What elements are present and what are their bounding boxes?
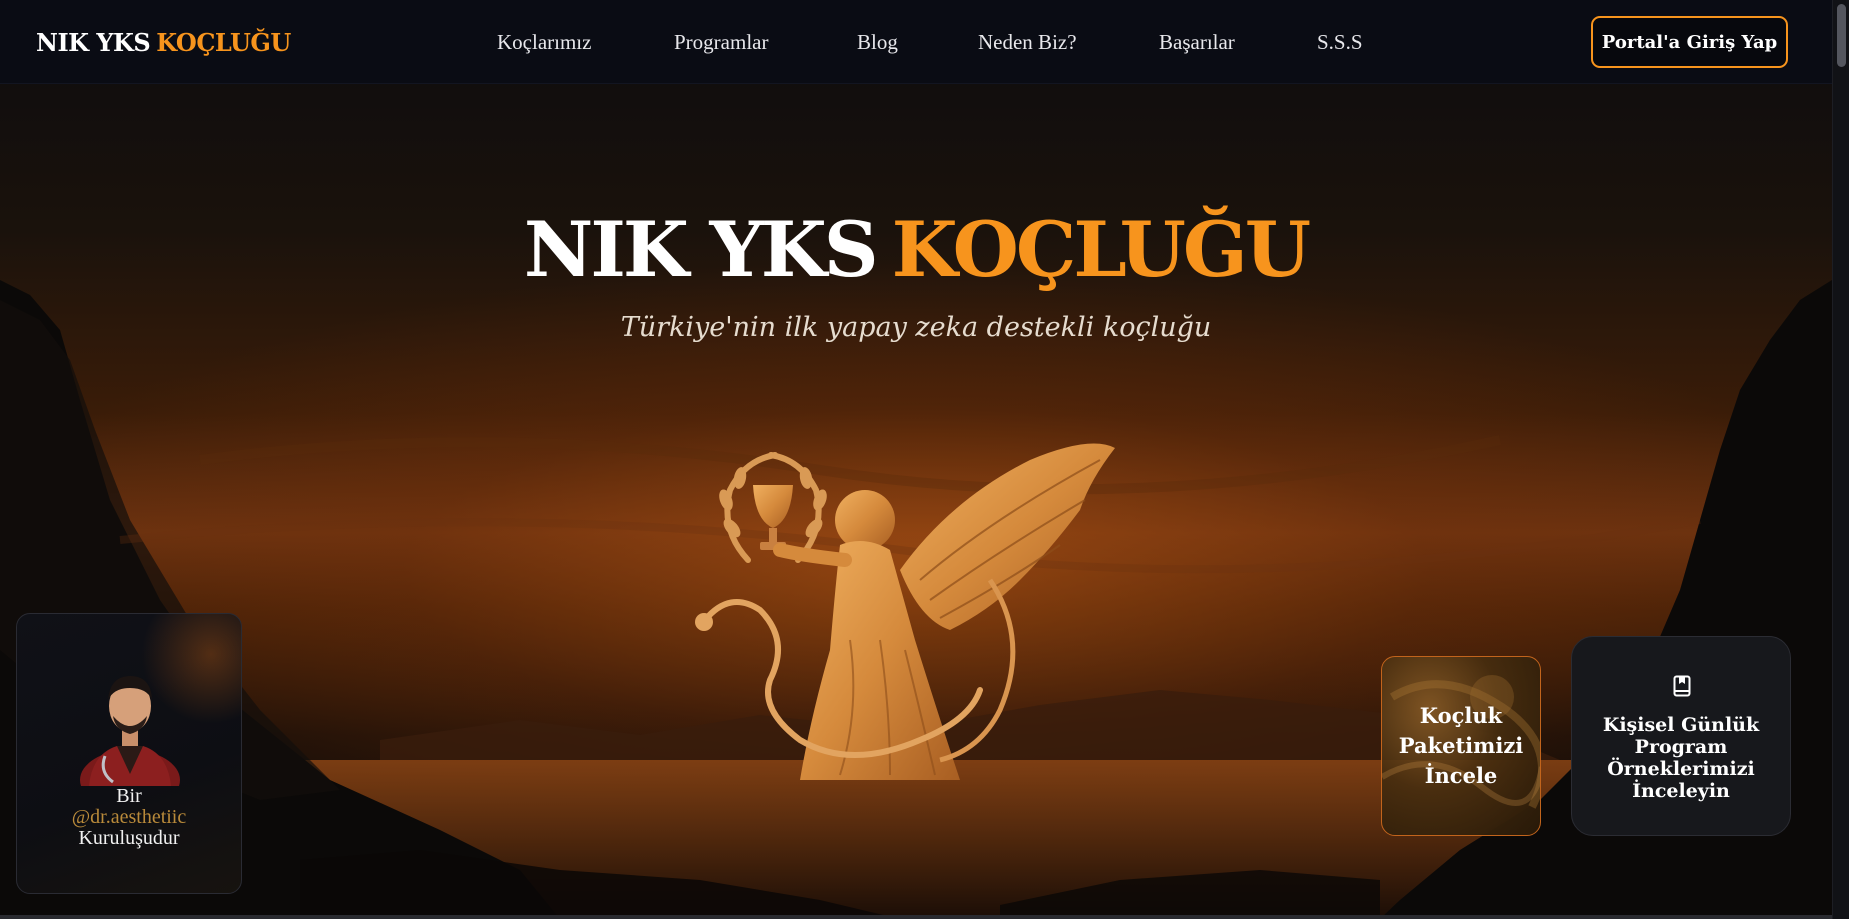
scrollbar-thumb[interactable] [1837, 4, 1846, 67]
coaching-package-card[interactable]: Koçluk Paketimizi İncele [1381, 656, 1541, 836]
founder-card[interactable]: Bir @dr.aesthetiic Kuruluşudur [16, 613, 242, 894]
nav-item-blog[interactable]: Blog [857, 30, 898, 55]
package-line-3: İncele [1424, 763, 1498, 788]
program-samples-card[interactable]: Kişisel Günlük Program Örneklerimizi İnc… [1571, 636, 1791, 836]
program-line-1: Kişisel Günlük [1602, 714, 1760, 736]
nav-item-why-us[interactable]: Neden Biz? [978, 30, 1077, 55]
founder-line-1: Bir [116, 785, 142, 807]
package-line-2: Paketimizi [1398, 733, 1524, 758]
nav-item-achievements[interactable]: Başarılar [1159, 30, 1235, 55]
founder-line-3: Kuruluşudur [78, 827, 180, 849]
nav-item-coaches[interactable]: Koçlarımız [497, 30, 591, 55]
program-line-3: Örneklerimizi [1607, 758, 1755, 780]
program-line-2: Program [1634, 736, 1728, 758]
program-line-4: İnceleyin [1632, 780, 1730, 802]
main-nav: Koçlarımız Programlar Blog Neden Biz? Ba… [0, 30, 1832, 60]
top-navbar: NIK YKS KOÇLUĞU Koçlarımız Programlar Blo… [0, 0, 1832, 84]
hero-subtitle: Türkiye'nin ilk yapay zeka destekli koçl… [620, 312, 1212, 343]
book-bookmark-icon [1673, 675, 1691, 697]
hero-title-white: NIK YKS [523, 205, 879, 294]
hero-title-orange: KOÇLUĞU [891, 205, 1311, 294]
portal-login-button[interactable]: Portal'a Giriş Yap [1591, 16, 1788, 68]
page-scrollbar[interactable] [1832, 0, 1849, 919]
package-line-1: Koçluk [1419, 703, 1503, 728]
winged-victory-statue-image [695, 443, 1115, 780]
bottom-edge [0, 915, 1832, 919]
founder-avatar [80, 676, 180, 786]
nav-item-faq[interactable]: S.S.S [1317, 30, 1363, 55]
founder-handle-link[interactable]: @dr.aesthetiic [17, 807, 241, 828]
founder-caption: Bir @dr.aesthetiic Kuruluşudur [17, 786, 241, 849]
hero-title: NIK YKS KOÇLUĞU [0, 205, 1832, 294]
nav-item-programs[interactable]: Programlar [674, 30, 768, 55]
